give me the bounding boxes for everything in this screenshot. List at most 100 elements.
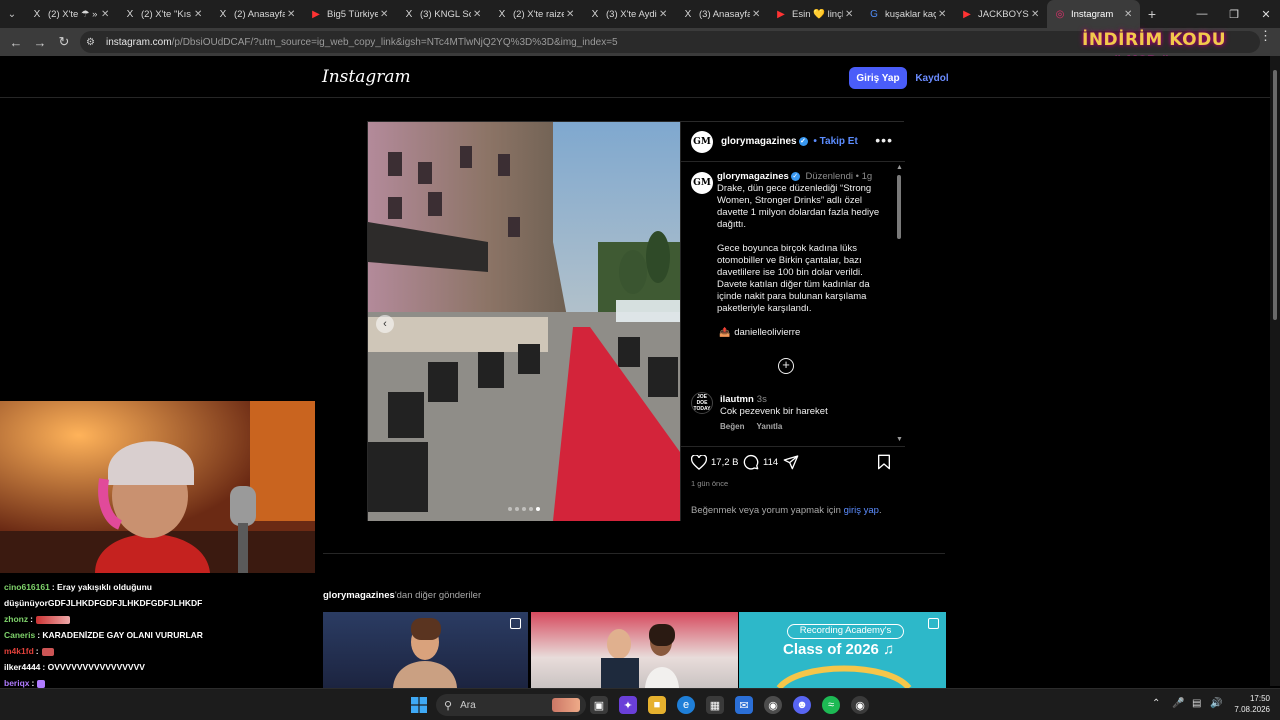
mail-icon[interactable]: ✉: [735, 696, 753, 714]
minimize-button[interactable]: —: [1186, 0, 1218, 28]
reload-icon[interactable]: ↻: [52, 34, 76, 50]
tray-overflow-icon[interactable]: ⌃: [1152, 698, 1160, 709]
close-tab-icon[interactable]: ✕: [101, 9, 111, 20]
chrome-icon[interactable]: ◉: [764, 696, 782, 714]
instagram-header: Instagram: [0, 56, 1270, 98]
tagged-user[interactable]: 📤 danielleolivierre: [719, 327, 800, 338]
scroll-down-icon[interactable]: ▼: [896, 436, 903, 443]
instagram-logo[interactable]: Instagram: [322, 67, 411, 87]
comments-scroll-thumb[interactable]: [897, 175, 901, 239]
share-icon[interactable]: [782, 453, 800, 471]
site-info-icon[interactable]: ⚙: [86, 37, 100, 48]
post-photo[interactable]: ‹: [368, 122, 680, 521]
close-tab-icon[interactable]: ✕: [659, 9, 669, 20]
chat-username[interactable]: cino616161: [4, 582, 50, 592]
login-button[interactable]: Giriş Yap: [849, 67, 907, 89]
browser-tab[interactable]: X (2) X'te ☂ » ✕: [24, 0, 117, 28]
windows-start-icon[interactable]: [410, 696, 428, 714]
browser-tab[interactable]: ▶ JACKBOYS - GAN✕: [954, 0, 1047, 28]
spotify-icon[interactable]: ≈: [822, 696, 840, 714]
volume-icon[interactable]: 🔊: [1210, 698, 1222, 709]
browser-tab[interactable]: ▶ Esin 💛 linçlerle✕: [768, 0, 861, 28]
comment-reply-button[interactable]: Yanıtla: [757, 422, 783, 431]
carousel-prev-button[interactable]: ‹: [376, 315, 394, 333]
webcam-feed: [0, 401, 315, 573]
browser-tab[interactable]: X (2) X'te raizeN: "✕: [489, 0, 582, 28]
bookmark-icon[interactable]: [875, 453, 893, 471]
commenter-username[interactable]: ilautmn: [720, 394, 754, 405]
more-options-icon[interactable]: •••: [875, 132, 893, 148]
chat-username[interactable]: Caneris: [4, 630, 35, 640]
edge-icon[interactable]: e: [677, 696, 695, 714]
search-icon: ⚲: [444, 699, 453, 712]
chat-username[interactable]: zhonz: [4, 614, 28, 624]
post-thumbnail[interactable]: Recording Academy's Class of 2026 ♫: [739, 612, 946, 688]
task-view-icon[interactable]: ▣: [590, 696, 608, 714]
close-tab-icon[interactable]: ✕: [194, 9, 204, 20]
heart-icon[interactable]: [690, 453, 708, 471]
new-tab-button[interactable]: +: [1140, 6, 1164, 22]
close-tab-icon[interactable]: ✕: [938, 9, 948, 20]
author-username[interactable]: glorymagazines: [721, 136, 797, 147]
page-scrollbar[interactable]: [1270, 56, 1280, 686]
browser-tab[interactable]: ▶ Big5 Türkiye ✕: [303, 0, 396, 28]
post-thumbnail[interactable]: [323, 612, 528, 688]
close-window-button[interactable]: ✕: [1250, 0, 1280, 28]
signup-link[interactable]: Kaydol: [912, 67, 952, 89]
close-tab-icon[interactable]: ✕: [380, 9, 390, 20]
taskbar-search-input[interactable]: ⚲ Ara: [436, 694, 586, 716]
youtube-icon: ▶: [963, 8, 971, 20]
tab-title: Instagram: [1071, 8, 1114, 20]
browser-tab[interactable]: X (3) KNGL Soc✕: [396, 0, 489, 28]
close-tab-icon[interactable]: ✕: [287, 9, 297, 20]
close-tab-icon[interactable]: ✕: [1031, 9, 1041, 20]
scrollbar-thumb[interactable]: [1273, 70, 1277, 320]
close-tab-icon[interactable]: ✕: [473, 9, 483, 20]
store-icon[interactable]: ▦: [706, 696, 724, 714]
url-text: instagram.com/p/DbsiOUdDCAF/?utm_source=…: [106, 36, 618, 48]
author-avatar[interactable]: GM: [691, 131, 713, 153]
follow-button[interactable]: • Takip Et: [813, 136, 857, 147]
comments-scrollbar[interactable]: ▲ ▼: [894, 163, 904, 445]
taskbar-clock[interactable]: 17:50 7.08.2026: [1224, 693, 1270, 715]
discord-icon[interactable]: ☻: [793, 696, 811, 714]
commenter-avatar[interactable]: JOE DOE TODAY: [691, 392, 713, 414]
chat-message: ilker4444: OVVVVVVVVVVVVVVVV: [4, 662, 145, 672]
chat-username[interactable]: m4k1fd: [4, 646, 34, 656]
close-tab-icon[interactable]: ✕: [1124, 9, 1134, 20]
tab-search-icon[interactable]: ⌄: [0, 0, 24, 28]
copilot-icon[interactable]: ✦: [619, 696, 637, 714]
chat-emote: [37, 679, 46, 688]
browser-tab[interactable]: X (3) X'te Aydilge:✕: [582, 0, 675, 28]
address-bar[interactable]: ⚙ instagram.com/p/DbsiOUdDCAF/?utm_sourc…: [80, 31, 1260, 53]
more-posts-username[interactable]: glorymagazines: [323, 590, 395, 601]
file-explorer-icon[interactable]: ■: [648, 696, 666, 714]
browser-menu-icon[interactable]: ⋮: [1259, 28, 1272, 44]
maximize-button[interactable]: ❐: [1218, 0, 1250, 28]
caption-username[interactable]: glorymagazines: [717, 171, 789, 182]
chat-username[interactable]: ilker4444: [4, 662, 40, 672]
comment-like-button[interactable]: Beğen: [720, 422, 744, 431]
login-link[interactable]: giriş yap: [844, 505, 879, 516]
microphone-icon[interactable]: 🎤: [1172, 698, 1184, 709]
browser-tab[interactable]: Gkuşaklar kaç yıl✕: [861, 0, 954, 28]
browser-tab[interactable]: X (3) Anasayfa / X✕: [675, 0, 768, 28]
tab-title: (2) X'te raizeN: ": [513, 8, 564, 20]
load-more-comments-icon[interactable]: +: [778, 358, 794, 374]
caption-avatar[interactable]: GM: [691, 172, 713, 194]
close-tab-icon[interactable]: ✕: [845, 9, 855, 20]
scroll-up-icon[interactable]: ▲: [896, 164, 903, 171]
x-logo-icon: X: [33, 8, 41, 20]
chat-username[interactable]: beriqx: [4, 678, 30, 688]
browser-tab[interactable]: ◎ Instagram ✕: [1047, 0, 1140, 28]
browser-tab[interactable]: X (2) Anasayfa ✕: [210, 0, 303, 28]
forward-arrow-icon[interactable]: →: [28, 35, 52, 50]
back-arrow-icon[interactable]: ←: [4, 35, 28, 50]
close-tab-icon[interactable]: ✕: [752, 9, 762, 20]
browser-tab[interactable]: X (2) X'te "Kıs ✕: [117, 0, 210, 28]
network-icon[interactable]: ▤: [1192, 698, 1201, 709]
post-thumbnail[interactable]: [531, 612, 738, 688]
obs-icon[interactable]: ◉: [851, 696, 869, 714]
comment-icon[interactable]: [742, 453, 760, 471]
close-tab-icon[interactable]: ✕: [566, 9, 576, 20]
